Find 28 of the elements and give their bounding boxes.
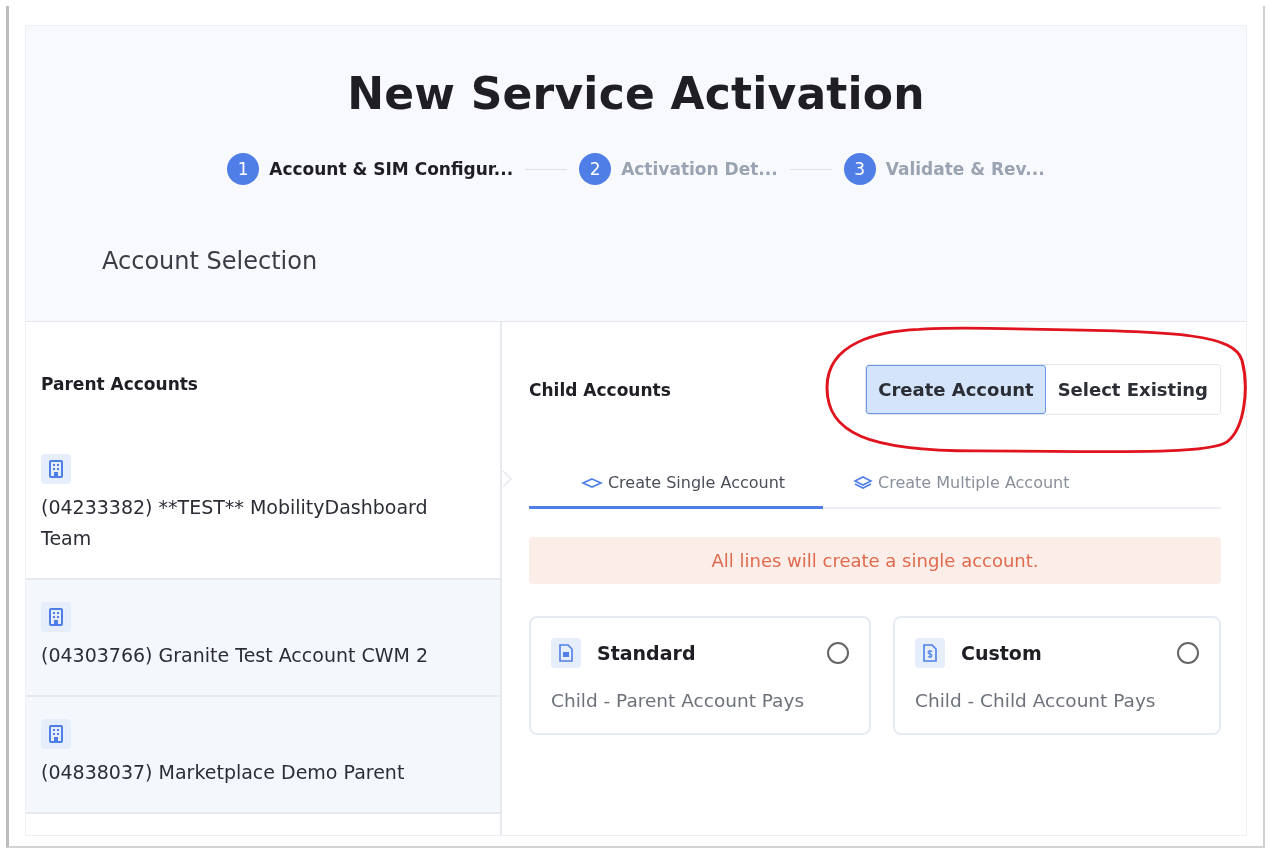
step-number: 3 bbox=[843, 153, 876, 185]
info-notice: All lines will create a single account. bbox=[529, 537, 1221, 584]
building-icon bbox=[49, 725, 63, 743]
parent-accounts-heading: Parent Accounts bbox=[41, 374, 198, 394]
building-icon bbox=[49, 460, 63, 478]
step-number: 2 bbox=[579, 153, 612, 185]
mode-button[interactable]: Create Account bbox=[866, 365, 1046, 414]
step-number: 1 bbox=[227, 153, 260, 185]
account-row[interactable]: (04838037) Marketplace Demo Parent bbox=[26, 697, 500, 814]
option-description: Child - Child Account Pays bbox=[915, 690, 1157, 711]
account-row[interactable]: (04303766) Granite Test Account CWM 2 bbox=[26, 580, 500, 697]
page-title: New Service Activation bbox=[347, 68, 925, 119]
tab[interactable]: Create Single Account bbox=[529, 469, 823, 509]
option-card[interactable]: Custom Child - Child Account Pays bbox=[893, 616, 1221, 735]
document-icon bbox=[559, 644, 573, 662]
option-description: Child - Parent Account Pays bbox=[551, 690, 806, 711]
option-title: Custom bbox=[961, 642, 1043, 664]
radio-button[interactable] bbox=[827, 642, 849, 664]
diamond-icon bbox=[580, 476, 603, 489]
building-icon bbox=[49, 608, 63, 626]
step-label[interactable]: Account & SIM Configur... bbox=[269, 159, 514, 179]
option-title: Standard bbox=[597, 642, 697, 664]
layers-icon bbox=[853, 474, 873, 491]
radio-button[interactable] bbox=[1177, 642, 1199, 664]
child-accounts-heading: Child Accounts bbox=[529, 379, 671, 400]
dollar-document-icon bbox=[923, 644, 937, 662]
option-card[interactable]: Standard Child - Parent Account Pays bbox=[529, 616, 871, 735]
section-title: Account Selection bbox=[102, 247, 319, 275]
